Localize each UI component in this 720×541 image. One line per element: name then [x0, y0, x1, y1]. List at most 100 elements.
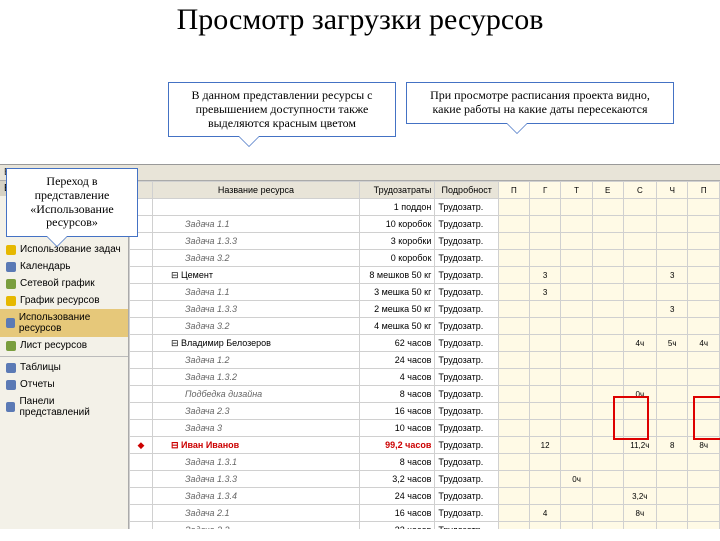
column-header[interactable]: Г — [529, 182, 560, 199]
column-header[interactable]: П — [498, 182, 529, 199]
day-cell[interactable] — [498, 250, 529, 267]
day-cell[interactable] — [498, 403, 529, 420]
day-cell[interactable] — [657, 352, 688, 369]
day-cell[interactable] — [561, 199, 592, 216]
day-cell[interactable] — [529, 250, 560, 267]
table-row[interactable]: Задача 1.3.32 мешка 50 кгТрудозатр.3 — [130, 301, 720, 318]
day-cell[interactable]: 0ч — [561, 471, 592, 488]
day-cell[interactable] — [688, 369, 720, 386]
day-cell[interactable] — [529, 301, 560, 318]
day-cell[interactable] — [529, 403, 560, 420]
resource-name-cell[interactable]: Задача 1.1 — [152, 284, 359, 301]
table-row[interactable]: Задача 1.3.33 коробкиТрудозатр. — [130, 233, 720, 250]
day-cell[interactable] — [688, 454, 720, 471]
day-cell[interactable] — [623, 284, 656, 301]
day-cell[interactable] — [498, 420, 529, 437]
day-cell[interactable] — [561, 335, 592, 352]
table-row[interactable]: Задача 1.224 часовТрудозатр. — [130, 352, 720, 369]
day-cell[interactable] — [657, 216, 688, 233]
day-cell[interactable] — [623, 301, 656, 318]
resource-name-cell[interactable]: Задача 1.3.4 — [152, 488, 359, 505]
table-row[interactable]: Задача 3.20 коробокТрудозатр. — [130, 250, 720, 267]
day-cell[interactable] — [561, 386, 592, 403]
table-row[interactable]: Задача 2.116 часовТрудозатр.48ч — [130, 505, 720, 522]
resource-name-cell[interactable]: ⊟ Иван Иванов — [152, 437, 359, 454]
table-row[interactable]: ⊟ Владимир Белозеров62 часовТрудозатр.4ч… — [130, 335, 720, 352]
resource-name-cell[interactable]: Задача 2.2 — [152, 522, 359, 530]
day-cell[interactable] — [688, 233, 720, 250]
day-cell[interactable] — [688, 301, 720, 318]
day-cell[interactable]: 4ч — [623, 335, 656, 352]
sidebar-item[interactable]: Лист ресурсов — [0, 337, 128, 354]
resource-name-cell[interactable]: Задача 1.3.3 — [152, 301, 359, 318]
resource-name-cell[interactable]: Задача 2.1 — [152, 505, 359, 522]
day-cell[interactable] — [561, 233, 592, 250]
day-cell[interactable] — [688, 352, 720, 369]
resource-name-cell[interactable]: ⊟ Цемент — [152, 267, 359, 284]
sidebar-item[interactable]: Отчеты — [0, 376, 128, 393]
day-cell[interactable] — [498, 488, 529, 505]
day-cell[interactable] — [688, 488, 720, 505]
day-cell[interactable] — [529, 352, 560, 369]
day-cell[interactable] — [592, 335, 623, 352]
resource-name-cell[interactable]: Задача 1.3.1 — [152, 454, 359, 471]
day-cell[interactable] — [657, 505, 688, 522]
column-header[interactable]: Подробност — [435, 182, 499, 199]
table-row[interactable]: Задача 1.13 мешка 50 кгТрудозатр.3 — [130, 284, 720, 301]
day-cell[interactable] — [561, 216, 592, 233]
column-header[interactable]: Название ресурса — [152, 182, 359, 199]
day-cell[interactable] — [498, 199, 529, 216]
day-cell[interactable] — [623, 233, 656, 250]
day-cell[interactable]: 3 — [529, 284, 560, 301]
resource-name-cell[interactable]: Задача 2.3 — [152, 403, 359, 420]
day-cell[interactable]: 4 — [529, 505, 560, 522]
day-cell[interactable] — [657, 420, 688, 437]
sidebar-item[interactable]: Использование ресурсов — [0, 309, 128, 337]
day-cell[interactable] — [561, 250, 592, 267]
resource-name-cell[interactable]: Задача 3.2 — [152, 318, 359, 335]
day-cell[interactable] — [529, 522, 560, 530]
day-cell[interactable] — [561, 522, 592, 530]
day-cell[interactable] — [529, 233, 560, 250]
sidebar-item[interactable]: Календарь — [0, 258, 128, 275]
day-cell[interactable] — [623, 352, 656, 369]
day-cell[interactable] — [657, 369, 688, 386]
day-cell[interactable] — [657, 250, 688, 267]
day-cell[interactable] — [498, 267, 529, 284]
resource-name-cell[interactable]: Задача 1.2 — [152, 352, 359, 369]
day-cell[interactable] — [688, 505, 720, 522]
sidebar-item[interactable]: График ресурсов — [0, 292, 128, 309]
day-cell[interactable] — [688, 267, 720, 284]
day-cell[interactable] — [623, 522, 656, 530]
day-cell[interactable]: 3,2ч — [623, 488, 656, 505]
day-cell[interactable] — [498, 335, 529, 352]
day-cell[interactable] — [688, 284, 720, 301]
table-row[interactable]: Задача 1.3.424 часовТрудозатр.3,2ч — [130, 488, 720, 505]
day-cell[interactable] — [592, 471, 623, 488]
day-cell[interactable] — [623, 454, 656, 471]
day-cell[interactable] — [592, 505, 623, 522]
day-cell[interactable] — [498, 471, 529, 488]
day-cell[interactable] — [529, 471, 560, 488]
day-cell[interactable]: 8 — [657, 437, 688, 454]
day-cell[interactable] — [561, 267, 592, 284]
day-cell[interactable] — [657, 488, 688, 505]
day-cell[interactable] — [529, 488, 560, 505]
day-cell[interactable]: 3 — [657, 301, 688, 318]
day-cell[interactable]: 3 — [529, 267, 560, 284]
day-cell[interactable] — [529, 420, 560, 437]
resource-name-cell[interactable]: Подбедка дизайна — [152, 386, 359, 403]
day-cell[interactable] — [657, 233, 688, 250]
day-cell[interactable]: 4ч — [688, 335, 720, 352]
day-cell[interactable] — [498, 386, 529, 403]
day-cell[interactable] — [657, 318, 688, 335]
day-cell[interactable] — [561, 454, 592, 471]
day-cell[interactable] — [623, 267, 656, 284]
day-cell[interactable] — [561, 403, 592, 420]
day-cell[interactable] — [498, 352, 529, 369]
day-cell[interactable]: 12 — [529, 437, 560, 454]
day-cell[interactable] — [561, 420, 592, 437]
table-row[interactable]: Задача 2.232 часовТрудозатр. — [130, 522, 720, 530]
day-cell[interactable] — [561, 318, 592, 335]
resource-sheet[interactable]: Название ресурсаТрудозатратыПодробностПГ… — [129, 181, 720, 529]
